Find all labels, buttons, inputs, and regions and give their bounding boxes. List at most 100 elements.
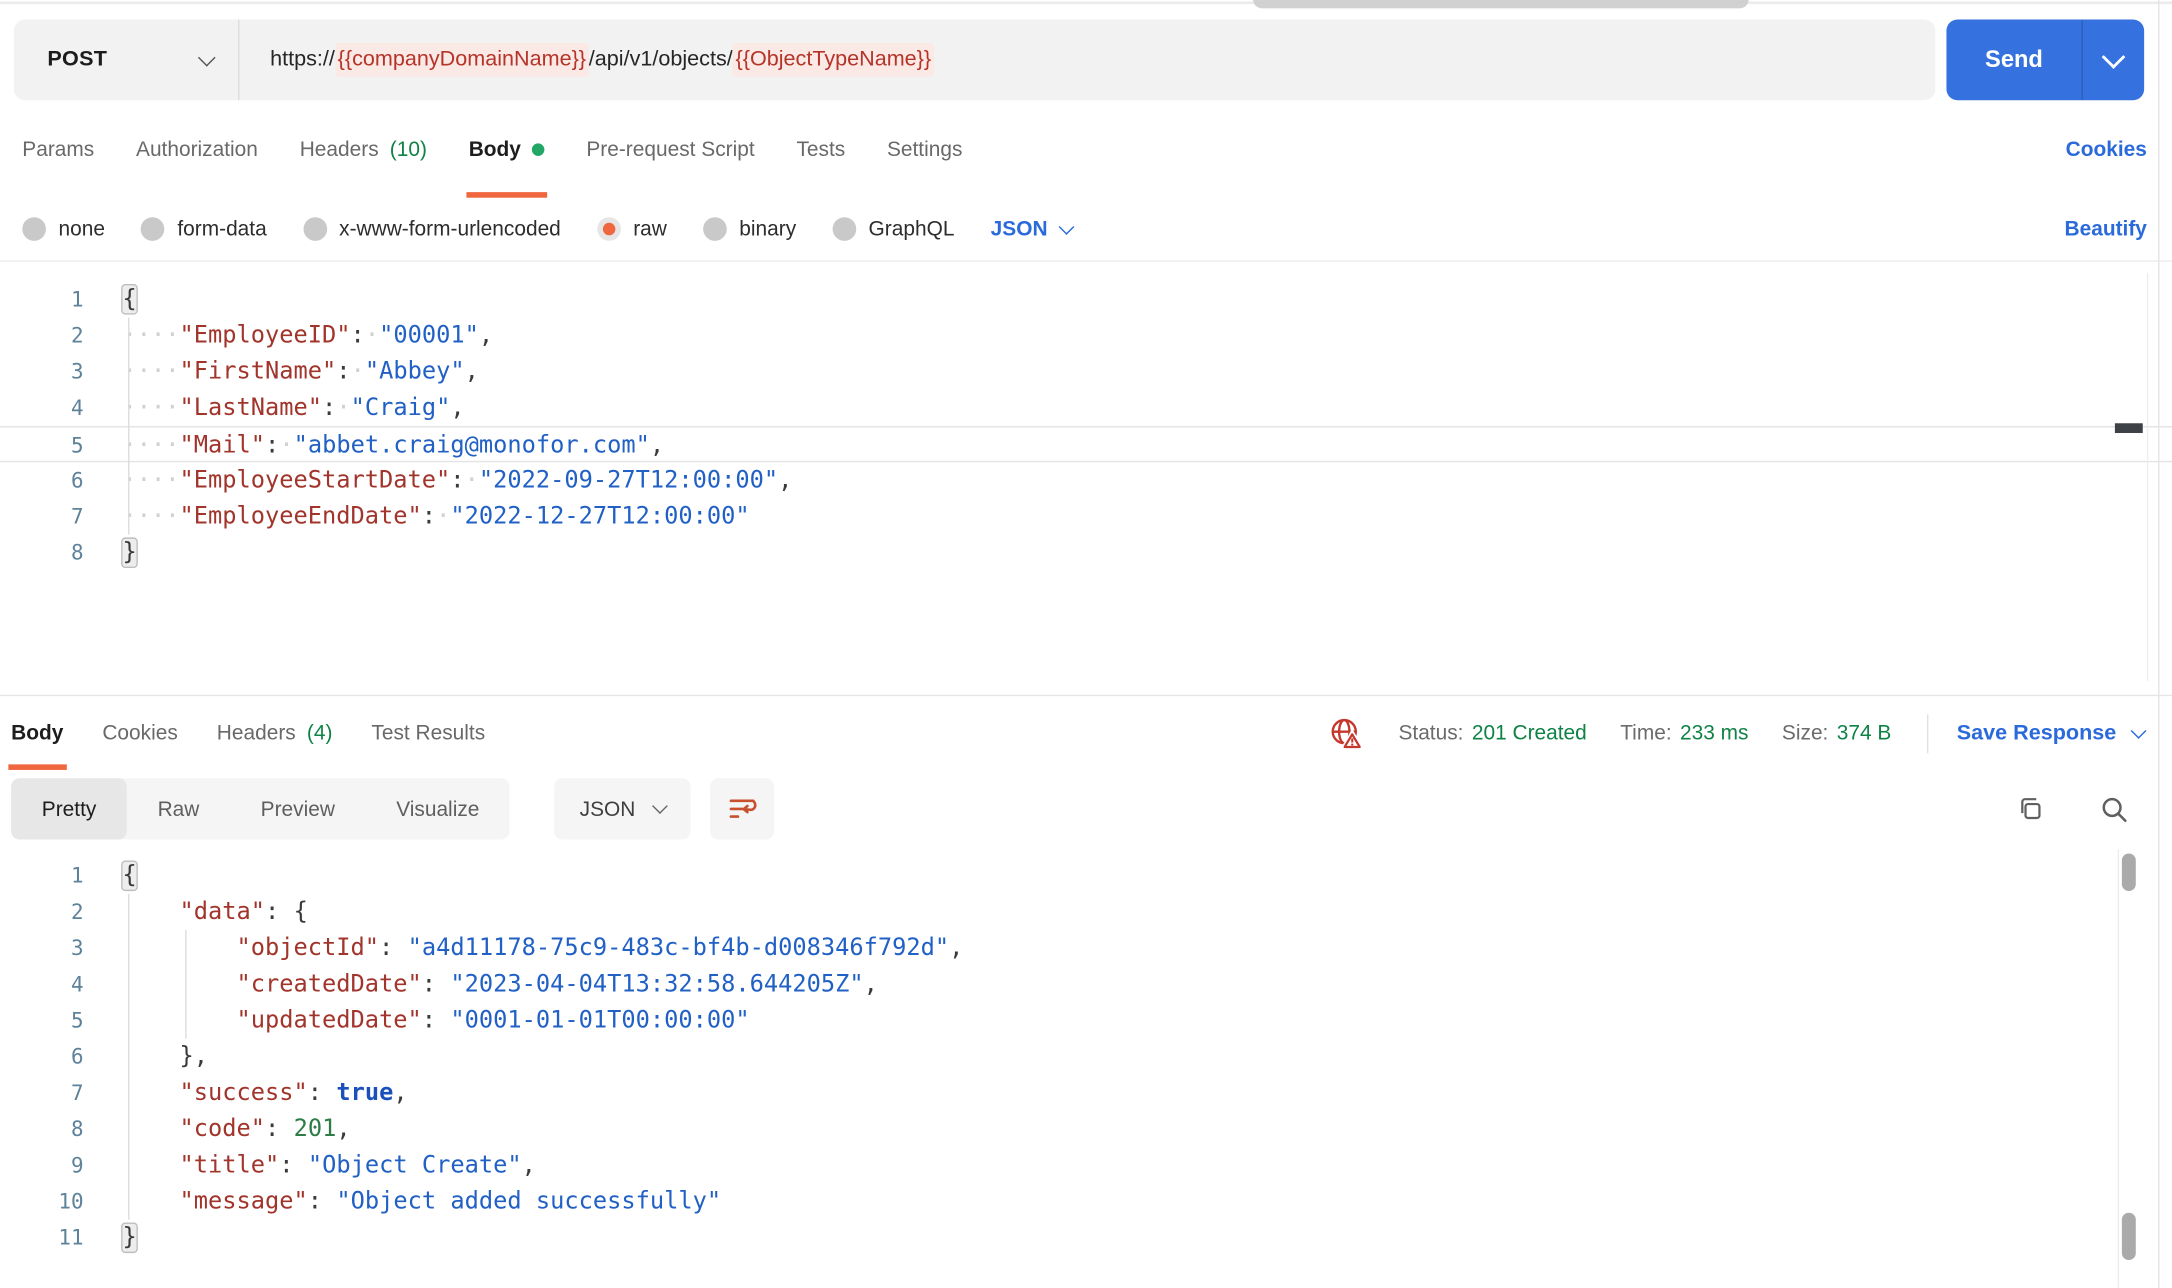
response-body-editor[interactable]: 1{2 "data": {3 "objectId": "a4d11178-75c… [0, 848, 2172, 1288]
code-line-7[interactable]: 7 "success": true, [0, 1075, 2172, 1111]
mode-x-www-form-urlencoded[interactable]: x-www-form-urlencoded [302, 217, 561, 241]
copy-icon [2021, 797, 2041, 819]
code-line-7[interactable]: 7 ····"EmployeeEndDate":·"2022-12-27T12:0… [0, 498, 2172, 534]
line-number: 6 [70, 467, 84, 493]
code-line-11[interactable]: 11} [0, 1220, 2172, 1256]
mode-none[interactable]: none [22, 217, 105, 241]
response-tab-body[interactable]: Body [8, 696, 66, 770]
code-line-6[interactable]: 6 }, [0, 1039, 2172, 1075]
time-badge[interactable]: Time: 233 ms [1620, 721, 1748, 745]
code-line-9[interactable]: 9 "title": "Object Create", [0, 1147, 2172, 1183]
mode-binary[interactable]: binary [703, 217, 796, 241]
tab-params[interactable]: Params [22, 100, 94, 197]
view-preview[interactable]: Preview [230, 778, 366, 839]
tab-body[interactable]: Body [465, 100, 547, 198]
url-bar: POST https://{{companyDomainName}}/api/v… [13, 19, 1936, 101]
code-text: ····"FirstName":·"Abbey", [122, 357, 479, 386]
mode-raw[interactable]: raw [597, 217, 667, 241]
send-split-button: Send [1946, 19, 2145, 101]
wrap-lines-button[interactable] [710, 778, 775, 840]
url-variable: {{ObjectTypeName}} [732, 43, 934, 77]
raw-language-select[interactable]: JSON [991, 217, 1075, 241]
code-line-6[interactable]: 6 ····"EmployeeStartDate":·"2022-09-27T12… [0, 462, 2172, 498]
code-text: "data": { [179, 898, 308, 926]
toast-remnant [1253, 0, 1749, 9]
code-text: } [121, 1222, 139, 1254]
tab-settings[interactable]: Settings [887, 100, 962, 197]
url-segment: https:// [270, 47, 335, 72]
copy-response-button[interactable] [2013, 793, 2045, 825]
code-text: { [121, 284, 139, 315]
code-line-3[interactable]: 3 "objectId": "a4d11178-75c9-483c-bf4b-d… [0, 930, 2172, 966]
code-text: "updatedDate": "0001-01-01T00:00:00" [236, 1006, 750, 1035]
wrap-lines-icon [730, 799, 758, 818]
cookies-link[interactable]: Cookies [2066, 100, 2147, 197]
size-badge[interactable]: Size: 374 B [1782, 721, 1891, 745]
radio-icon [141, 217, 165, 241]
code-text: "message": "Object added successfully" [179, 1187, 722, 1216]
indent-guide [128, 317, 130, 535]
mode-graphql[interactable]: GraphQL [832, 217, 954, 241]
radio-selected-icon [597, 217, 621, 241]
code-line-10[interactable]: 10 "message": "Object added successfully… [0, 1183, 2172, 1219]
code-line-4[interactable]: 4 "createdDate": "2023-04-04T13:32:58.64… [0, 966, 2172, 1002]
code-line-2[interactable]: 2 ····"EmployeeID":·"00001", [0, 317, 2172, 353]
save-response-button[interactable]: Save Response [1957, 721, 2147, 746]
code-text: } [121, 537, 139, 569]
search-response-button[interactable] [2098, 793, 2130, 825]
url-input[interactable]: https://{{companyDomainName}}/api/v1/obj… [239, 19, 1935, 100]
response-tab-headers[interactable]: Headers (4) [217, 696, 333, 770]
response-scrollbar-thumb[interactable] [2121, 1212, 2136, 1261]
code-line-5[interactable]: 5 "updatedDate": "0001-01-01T00:00:00" [0, 1002, 2172, 1038]
line-number: 8 [70, 540, 84, 566]
code-line-1[interactable]: 1{ [0, 281, 2172, 317]
send-options-button[interactable] [2083, 19, 2144, 100]
line-number: 3 [70, 359, 84, 385]
response-tab-test-results[interactable]: Test Results [371, 696, 485, 770]
network-error-globe-icon[interactable] [1329, 715, 1366, 751]
chevron-down-icon [652, 798, 669, 815]
request-body-editor[interactable]: 1{ 2 ····"EmployeeID":·"00001", 3 ····"First… [0, 262, 2172, 714]
response-meta: Status: 201 Created Time: 233 ms Size: 374 … [1329, 713, 2147, 753]
radio-icon [832, 217, 857, 241]
code-line-8[interactable]: 8 "code": 201, [0, 1111, 2172, 1147]
code-line-3[interactable]: 3 ····"FirstName":·"Abbey", [0, 354, 2172, 390]
mode-form-data[interactable]: form-data [141, 217, 267, 241]
code-text: "code": 201, [179, 1115, 351, 1144]
response-language-select[interactable]: JSON [554, 778, 692, 840]
method-select[interactable]: POST [14, 19, 240, 101]
line-number: 2 [70, 323, 84, 349]
chevron-down-icon [1059, 218, 1075, 235]
body-mode-row: none form-data x-www-form-urlencoded raw… [0, 198, 2172, 261]
request-tabs: Params Authorization Headers (10) Body Pr… [0, 100, 2172, 198]
line-number: 3 [70, 935, 84, 961]
code-line-8[interactable]: 8} [0, 535, 2172, 571]
response-actions [2013, 793, 2130, 825]
view-raw[interactable]: Raw [127, 778, 230, 839]
response-tab-cookies[interactable]: Cookies [102, 696, 177, 770]
line-number: 7 [70, 1080, 84, 1106]
code-line-1[interactable]: 1{ [0, 858, 2172, 894]
tab-pre-request-script[interactable]: Pre-request Script [586, 100, 754, 197]
line-number: 1 [70, 863, 84, 889]
tab-headers[interactable]: Headers (10) [300, 100, 427, 197]
line-number: 11 [58, 1225, 84, 1251]
editor-scroll-marker[interactable] [2114, 423, 2143, 434]
beautify-link[interactable]: Beautify [2065, 217, 2172, 241]
code-text: ····"EmployeeID":·"00001", [122, 321, 494, 350]
headers-count: (10) [389, 137, 427, 161]
code-text: }, [179, 1042, 209, 1071]
response-scrollbar-thumb[interactable] [2121, 853, 2136, 892]
status-badge[interactable]: Status: 201 Created [1398, 721, 1586, 745]
send-button[interactable]: Send [1946, 19, 2083, 101]
url-segment: /api/v1/objects/ [588, 47, 733, 72]
view-visualize[interactable]: Visualize [366, 778, 510, 839]
code-line-2[interactable]: 2 "data": { [0, 894, 2172, 930]
tab-tests[interactable]: Tests [796, 100, 845, 197]
method-label: POST [47, 47, 108, 72]
chevron-down-icon [197, 48, 216, 66]
code-line-5[interactable]: 5 ····"Mail":·"abbet.craig@monofor.com", [0, 426, 2172, 463]
code-line-4[interactable]: 4 ····"LastName":·"Craig", [0, 390, 2172, 426]
view-pretty[interactable]: Pretty [11, 778, 127, 840]
tab-authorization[interactable]: Authorization [136, 100, 258, 197]
